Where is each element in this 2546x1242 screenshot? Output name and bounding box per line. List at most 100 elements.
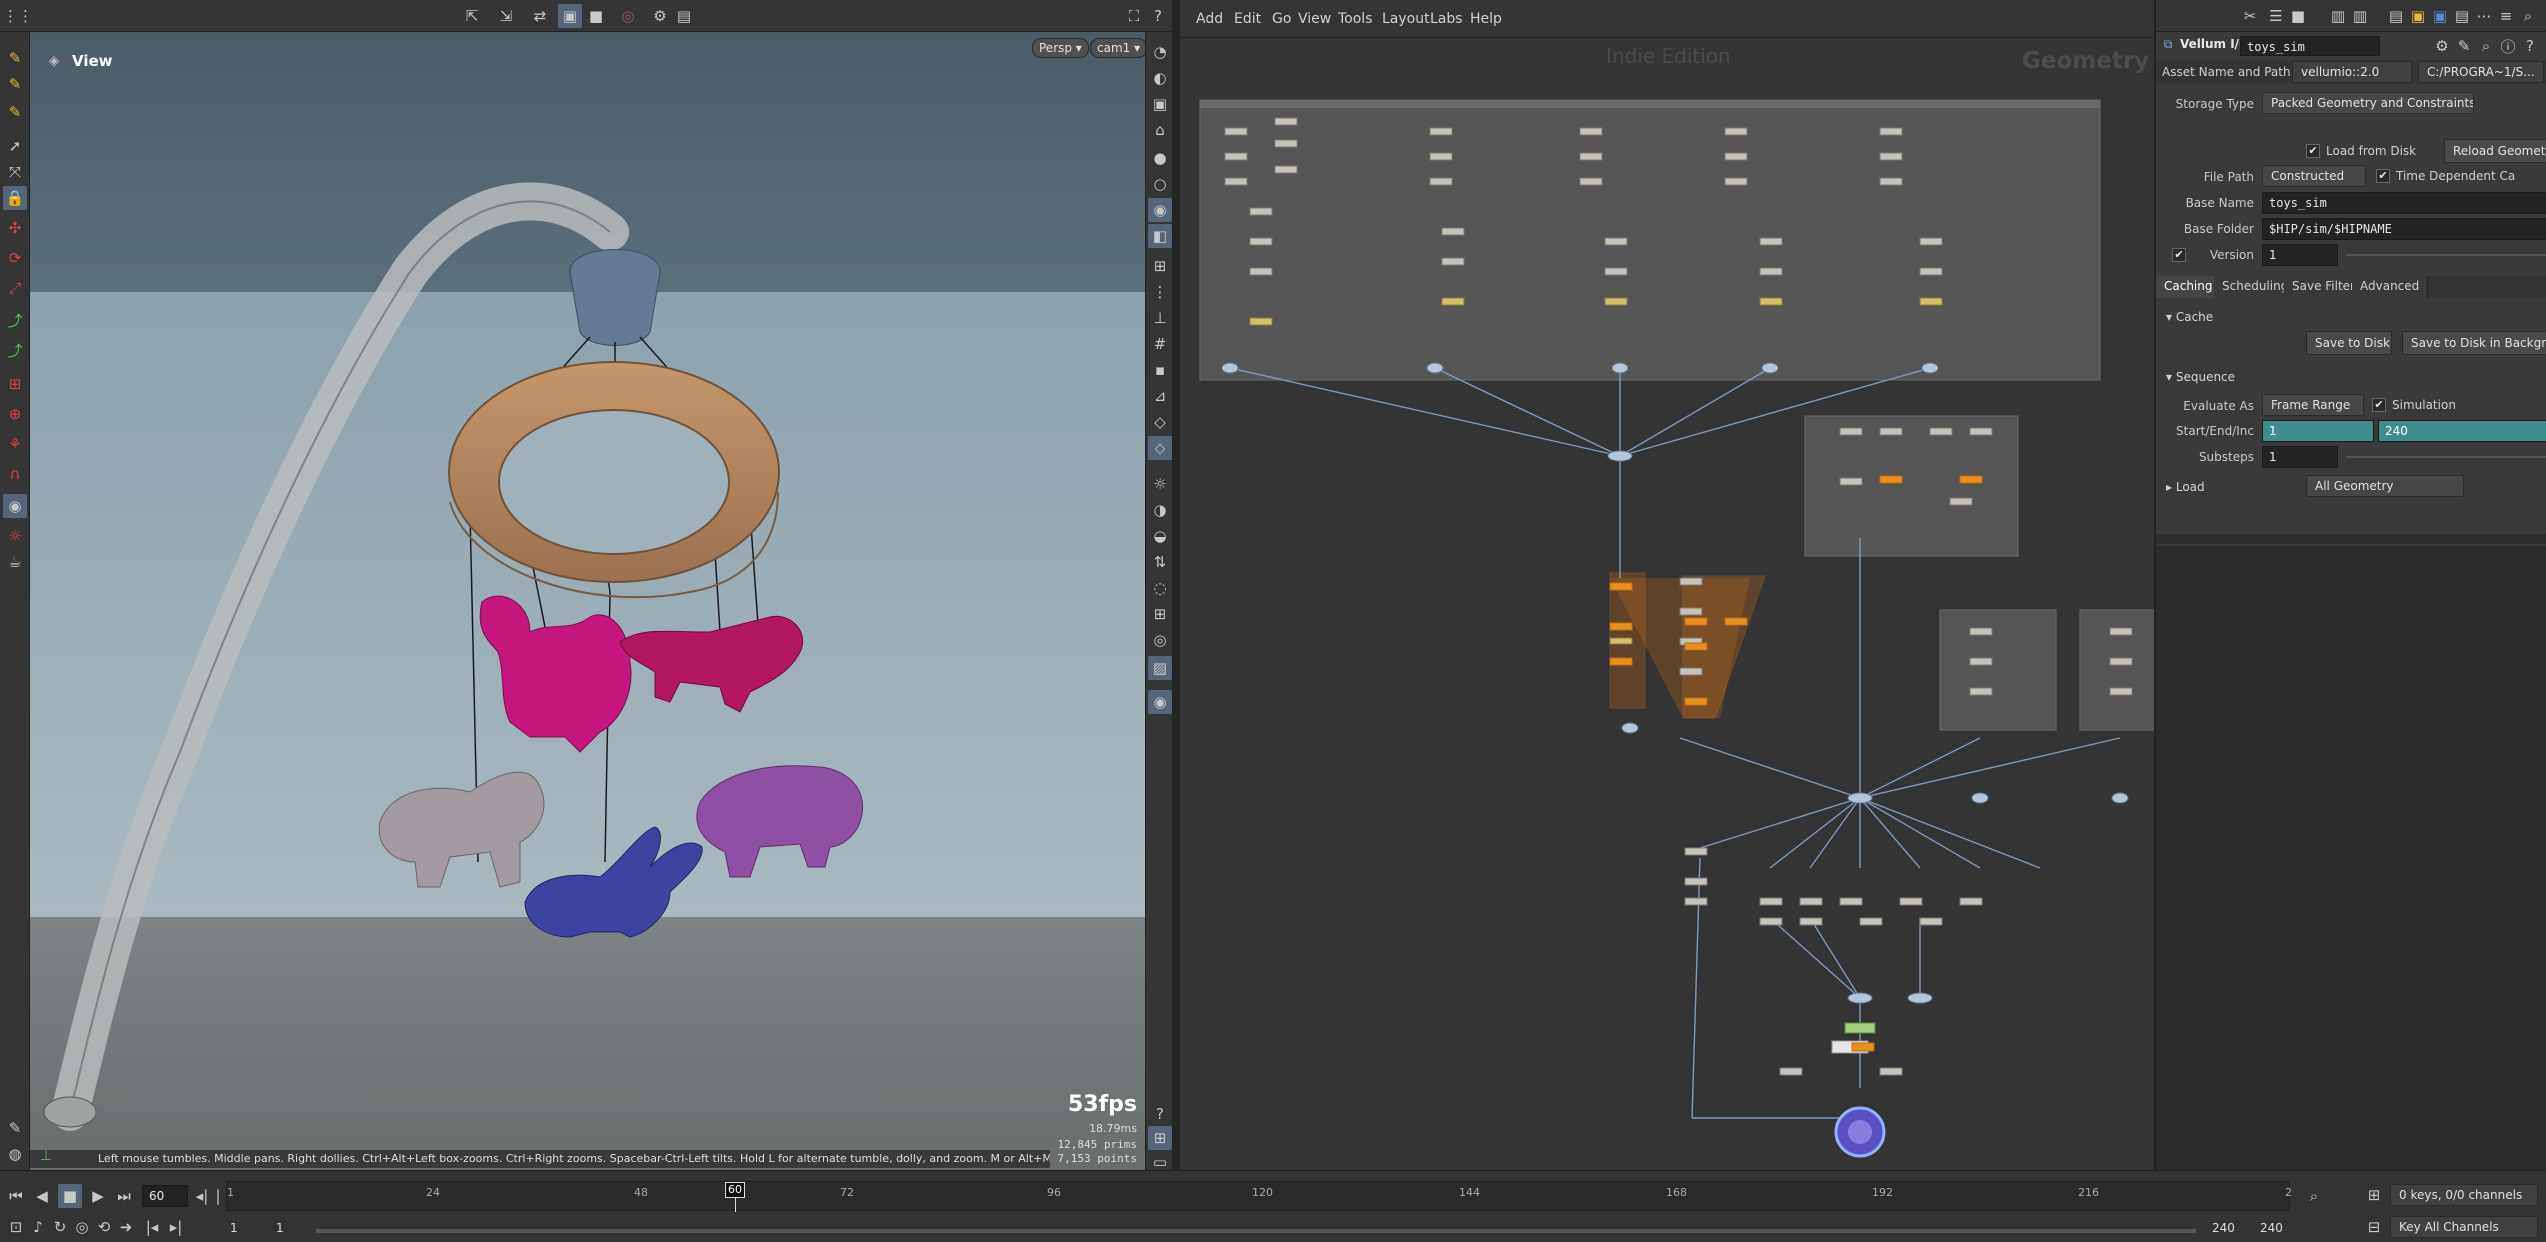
load-dropdown[interactable]: All Geometry <box>2306 475 2464 497</box>
persp-dropdown[interactable]: Persp ▾ <box>1032 38 1089 58</box>
range-slider[interactable] <box>316 1229 2196 1233</box>
rotate-icon[interactable]: ⟳ <box>3 246 27 270</box>
weight-icon[interactable]: ⚘ <box>3 432 27 456</box>
scene-viewport[interactable]: ◈ View Persp ▾ cam1 ▾ 53fps 18.79ms 12,8… <box>30 32 1145 1170</box>
menu-edit[interactable]: Edit <box>1234 11 1261 27</box>
snapping-icon[interactable]: ⚙ <box>648 4 672 28</box>
realtime-icon[interactable]: ⊡ <box>4 1215 28 1239</box>
menu-labs[interactable]: Labs <box>1430 11 1463 27</box>
image-icon[interactable]: ▤ <box>2450 4 2474 28</box>
render-icon[interactable]: ☕ <box>3 550 27 574</box>
translate-icon[interactable]: ✣ <box>3 216 27 240</box>
sim-cache-icon[interactable]: ◎ <box>70 1215 94 1239</box>
sculpt-icon[interactable]: ✎ <box>3 72 27 96</box>
current-frame-field[interactable]: 60 <box>142 1185 188 1207</box>
help-small-icon[interactable]: ? <box>1148 1102 1172 1126</box>
substeps-field[interactable]: 1 <box>2262 446 2338 468</box>
key-next-icon[interactable]: | <box>210 1184 226 1208</box>
layers-icon[interactable]: ≡ <box>2494 4 2518 28</box>
channel-icon[interactable]: ⊞ <box>2362 1183 2386 1207</box>
pose-icon[interactable]: ⤴ <box>3 308 27 332</box>
menu-add[interactable]: Add <box>1196 11 1223 27</box>
select-points-icon[interactable]: ⇲ <box>494 4 518 28</box>
zoom-icon[interactable]: ⌕ <box>2474 34 2498 58</box>
base-folder-field[interactable]: $HIP/sim/$HIPNAME <box>2262 218 2546 240</box>
flip-icon[interactable]: ⇅ <box>1148 550 1172 574</box>
tree-icon[interactable]: ▤ <box>2384 4 2408 28</box>
frame-marker[interactable]: 60 <box>725 1182 745 1198</box>
substeps-slider[interactable] <box>2346 456 2546 458</box>
range-next-icon[interactable]: ▸| <box>164 1215 188 1239</box>
display-icon[interactable]: ✎ <box>3 1116 27 1140</box>
asset-version-dropdown[interactable]: vellumio::2.0 <box>2292 61 2412 83</box>
help-param-icon[interactable]: ? <box>2518 34 2542 58</box>
point-display-icon[interactable]: ⋮ <box>1148 280 1172 304</box>
handle-icon[interactable]: ▤ <box>672 4 696 28</box>
smooth-shaded-icon[interactable]: ◉ <box>1148 198 1172 222</box>
menu-grid-icon[interactable]: ⋮⋮ <box>3 4 33 28</box>
param-scrollbar[interactable] <box>2156 534 2546 544</box>
brush-icon[interactable]: ✎ <box>3 46 27 70</box>
menu-tools[interactable]: Tools <box>1338 11 1373 27</box>
handles-icon[interactable]: ⤴ <box>3 338 27 362</box>
camera-icon[interactable]: ◉ <box>3 494 27 518</box>
stop-icon[interactable]: ■ <box>2286 4 2310 28</box>
save-background-button[interactable]: Save to Disk in Backgro <box>2402 331 2546 355</box>
step-back-icon[interactable]: ◀ <box>30 1184 54 1208</box>
lighting-icon[interactable]: ☼ <box>1148 472 1172 496</box>
version-slider[interactable] <box>2346 254 2546 256</box>
bg-icon[interactable]: ◧ <box>1148 224 1172 248</box>
range-end2-label[interactable]: 240 <box>2260 1221 2283 1235</box>
layout-icon[interactable]: ⊞ <box>1148 1126 1172 1150</box>
gear-icon[interactable]: ⚙ <box>2430 34 2454 58</box>
range-prev-icon[interactable]: |◂ <box>140 1215 164 1239</box>
primitive-numbers-icon[interactable]: # <box>1148 332 1172 356</box>
secure-selection-icon[interactable]: ◎ <box>616 4 640 28</box>
dots-icon[interactable]: ⋯ <box>2472 4 2496 28</box>
pane-divider[interactable] <box>1172 0 1180 1170</box>
stereo-icon[interactable]: ⊞ <box>1148 602 1172 626</box>
select-tool-icon[interactable]: ⇱ <box>460 4 484 28</box>
eye-icon[interactable]: ◔ <box>1148 40 1172 64</box>
cache-section-header[interactable]: ▾ Cache <box>2166 310 2213 324</box>
help-icon[interactable]: ? <box>1146 4 1170 28</box>
keyframe-icon[interactable]: ⟲ <box>92 1215 116 1239</box>
snap-icon[interactable]: ⊞ <box>3 372 27 396</box>
scene-view-icon[interactable]: ⛶ <box>1122 4 1146 28</box>
note-icon[interactable]: ▣ <box>2406 4 2430 28</box>
vis-icon[interactable]: ◌ <box>1148 576 1172 600</box>
pointer-icon[interactable]: ➚ <box>3 134 27 158</box>
view-icon[interactable]: ⤧ <box>3 160 27 184</box>
timeline-ruler[interactable]: 1 24 48 72 96 120 144 168 192 216 2 60 <box>226 1181 2292 1212</box>
lock-camera-icon[interactable]: ▣ <box>1148 92 1172 116</box>
node-name-field[interactable]: toys_sim <box>2240 36 2380 56</box>
simulation-checkbox[interactable]: ✔ <box>2372 398 2386 412</box>
jump-start-icon[interactable]: ⏮ <box>4 1184 28 1208</box>
load-section-header[interactable]: ▸ Load <box>2166 480 2205 494</box>
menu-go[interactable]: Go <box>1272 11 1291 27</box>
uv-icon[interactable]: ⊿ <box>1148 384 1172 408</box>
menu-help[interactable]: Help <box>1470 11 1502 27</box>
range-end-label[interactable]: 240 <box>2212 1221 2235 1235</box>
align-icon[interactable]: ⊕ <box>3 402 27 426</box>
select-edges-icon[interactable]: ⇄ <box>528 4 552 28</box>
scope-icon[interactable]: ➜ <box>114 1215 138 1239</box>
loop-icon[interactable]: ↻ <box>48 1215 72 1239</box>
version-field[interactable]: 1 <box>2262 244 2338 266</box>
shadows-icon[interactable]: ◑ <box>1148 498 1172 522</box>
base-name-field[interactable]: toys_sim <box>2262 192 2546 214</box>
search-icon[interactable]: ⌕ <box>2516 4 2540 28</box>
menu-view[interactable]: View <box>1298 11 1331 27</box>
info-icon[interactable]: ⓘ <box>2496 34 2520 58</box>
magnet-icon[interactable]: ∩ <box>3 462 27 486</box>
evaluate-as-dropdown[interactable]: Frame Range <box>2262 394 2364 416</box>
camera-lock-icon[interactable]: ◉ <box>1148 690 1172 714</box>
network-editor[interactable]: Add Edit Go View Tools Layout Labs Help … <box>1180 0 2154 1170</box>
reload-geometry-button[interactable]: Reload Geometry <box>2444 139 2546 163</box>
lock-icon[interactable]: 🔒 <box>3 186 27 210</box>
end-field[interactable]: 240 <box>2378 420 2546 442</box>
camera-dropdown[interactable]: cam1 ▾ <box>1090 38 1145 58</box>
ghost-icon[interactable]: ◇ <box>1148 410 1172 434</box>
asset-path-dropdown[interactable]: C:/PROGRA~1/S... <box>2418 61 2544 83</box>
xray-icon[interactable]: ◎ <box>1148 628 1172 652</box>
